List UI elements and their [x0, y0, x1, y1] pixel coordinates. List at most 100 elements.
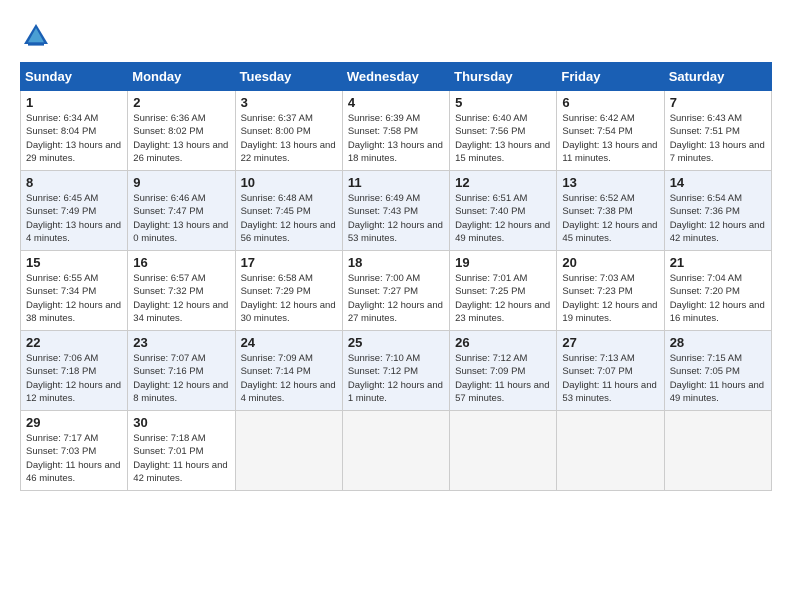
calendar-week-1: 1 Sunrise: 6:34 AM Sunset: 8:04 PM Dayli…	[21, 91, 772, 171]
day-info: Sunrise: 7:07 AM Sunset: 7:16 PM Dayligh…	[133, 352, 229, 405]
calendar-cell: 2 Sunrise: 6:36 AM Sunset: 8:02 PM Dayli…	[128, 91, 235, 171]
day-number: 22	[26, 335, 122, 350]
day-number: 28	[670, 335, 766, 350]
day-number: 27	[562, 335, 658, 350]
calendar-cell: 9 Sunrise: 6:46 AM Sunset: 7:47 PM Dayli…	[128, 171, 235, 251]
calendar-cell: 12 Sunrise: 6:51 AM Sunset: 7:40 PM Dayl…	[450, 171, 557, 251]
day-info: Sunrise: 6:57 AM Sunset: 7:32 PM Dayligh…	[133, 272, 229, 325]
day-number: 14	[670, 175, 766, 190]
day-number: 18	[348, 255, 444, 270]
calendar-cell: 8 Sunrise: 6:45 AM Sunset: 7:49 PM Dayli…	[21, 171, 128, 251]
day-number: 29	[26, 415, 122, 430]
day-number: 1	[26, 95, 122, 110]
calendar-cell: 16 Sunrise: 6:57 AM Sunset: 7:32 PM Dayl…	[128, 251, 235, 331]
day-info: Sunrise: 7:06 AM Sunset: 7:18 PM Dayligh…	[26, 352, 122, 405]
day-info: Sunrise: 6:34 AM Sunset: 8:04 PM Dayligh…	[26, 112, 122, 165]
day-info: Sunrise: 6:39 AM Sunset: 7:58 PM Dayligh…	[348, 112, 444, 165]
logo	[20, 20, 56, 52]
calendar-cell: 11 Sunrise: 6:49 AM Sunset: 7:43 PM Dayl…	[342, 171, 449, 251]
calendar-week-5: 29 Sunrise: 7:17 AM Sunset: 7:03 PM Dayl…	[21, 411, 772, 491]
calendar-cell: 26 Sunrise: 7:12 AM Sunset: 7:09 PM Dayl…	[450, 331, 557, 411]
calendar-cell: 5 Sunrise: 6:40 AM Sunset: 7:56 PM Dayli…	[450, 91, 557, 171]
header-day-monday: Monday	[128, 63, 235, 91]
calendar-table: SundayMondayTuesdayWednesdayThursdayFrid…	[20, 62, 772, 491]
header-day-saturday: Saturday	[664, 63, 771, 91]
day-number: 26	[455, 335, 551, 350]
day-info: Sunrise: 6:42 AM Sunset: 7:54 PM Dayligh…	[562, 112, 658, 165]
calendar-cell: 3 Sunrise: 6:37 AM Sunset: 8:00 PM Dayli…	[235, 91, 342, 171]
day-info: Sunrise: 7:15 AM Sunset: 7:05 PM Dayligh…	[670, 352, 766, 405]
day-info: Sunrise: 6:49 AM Sunset: 7:43 PM Dayligh…	[348, 192, 444, 245]
day-info: Sunrise: 7:13 AM Sunset: 7:07 PM Dayligh…	[562, 352, 658, 405]
calendar-week-3: 15 Sunrise: 6:55 AM Sunset: 7:34 PM Dayl…	[21, 251, 772, 331]
day-number: 4	[348, 95, 444, 110]
calendar-cell: 25 Sunrise: 7:10 AM Sunset: 7:12 PM Dayl…	[342, 331, 449, 411]
calendar-cell: 13 Sunrise: 6:52 AM Sunset: 7:38 PM Dayl…	[557, 171, 664, 251]
calendar-cell: 19 Sunrise: 7:01 AM Sunset: 7:25 PM Dayl…	[450, 251, 557, 331]
calendar-cell: 4 Sunrise: 6:39 AM Sunset: 7:58 PM Dayli…	[342, 91, 449, 171]
calendar-cell: 30 Sunrise: 7:18 AM Sunset: 7:01 PM Dayl…	[128, 411, 235, 491]
header-day-thursday: Thursday	[450, 63, 557, 91]
day-number: 13	[562, 175, 658, 190]
day-number: 25	[348, 335, 444, 350]
day-info: Sunrise: 7:18 AM Sunset: 7:01 PM Dayligh…	[133, 432, 229, 485]
header-row: SundayMondayTuesdayWednesdayThursdayFrid…	[21, 63, 772, 91]
calendar-cell: 10 Sunrise: 6:48 AM Sunset: 7:45 PM Dayl…	[235, 171, 342, 251]
day-number: 5	[455, 95, 551, 110]
calendar-cell: 28 Sunrise: 7:15 AM Sunset: 7:05 PM Dayl…	[664, 331, 771, 411]
day-info: Sunrise: 6:48 AM Sunset: 7:45 PM Dayligh…	[241, 192, 337, 245]
day-number: 3	[241, 95, 337, 110]
calendar-cell: 29 Sunrise: 7:17 AM Sunset: 7:03 PM Dayl…	[21, 411, 128, 491]
day-number: 24	[241, 335, 337, 350]
day-info: Sunrise: 7:12 AM Sunset: 7:09 PM Dayligh…	[455, 352, 551, 405]
calendar-cell	[450, 411, 557, 491]
day-info: Sunrise: 6:54 AM Sunset: 7:36 PM Dayligh…	[670, 192, 766, 245]
calendar-cell: 17 Sunrise: 6:58 AM Sunset: 7:29 PM Dayl…	[235, 251, 342, 331]
day-number: 6	[562, 95, 658, 110]
calendar-cell	[235, 411, 342, 491]
day-info: Sunrise: 6:36 AM Sunset: 8:02 PM Dayligh…	[133, 112, 229, 165]
calendar-cell: 22 Sunrise: 7:06 AM Sunset: 7:18 PM Dayl…	[21, 331, 128, 411]
day-number: 7	[670, 95, 766, 110]
day-info: Sunrise: 6:37 AM Sunset: 8:00 PM Dayligh…	[241, 112, 337, 165]
day-number: 8	[26, 175, 122, 190]
day-info: Sunrise: 7:09 AM Sunset: 7:14 PM Dayligh…	[241, 352, 337, 405]
header-day-wednesday: Wednesday	[342, 63, 449, 91]
header	[20, 20, 772, 52]
calendar-cell	[557, 411, 664, 491]
calendar-cell: 15 Sunrise: 6:55 AM Sunset: 7:34 PM Dayl…	[21, 251, 128, 331]
day-info: Sunrise: 6:51 AM Sunset: 7:40 PM Dayligh…	[455, 192, 551, 245]
day-number: 9	[133, 175, 229, 190]
calendar-cell: 6 Sunrise: 6:42 AM Sunset: 7:54 PM Dayli…	[557, 91, 664, 171]
day-number: 30	[133, 415, 229, 430]
day-number: 2	[133, 95, 229, 110]
day-info: Sunrise: 7:01 AM Sunset: 7:25 PM Dayligh…	[455, 272, 551, 325]
calendar-cell: 27 Sunrise: 7:13 AM Sunset: 7:07 PM Dayl…	[557, 331, 664, 411]
calendar-cell: 24 Sunrise: 7:09 AM Sunset: 7:14 PM Dayl…	[235, 331, 342, 411]
calendar-cell: 23 Sunrise: 7:07 AM Sunset: 7:16 PM Dayl…	[128, 331, 235, 411]
day-number: 12	[455, 175, 551, 190]
day-info: Sunrise: 6:55 AM Sunset: 7:34 PM Dayligh…	[26, 272, 122, 325]
header-day-friday: Friday	[557, 63, 664, 91]
logo-icon	[20, 20, 52, 52]
day-info: Sunrise: 7:00 AM Sunset: 7:27 PM Dayligh…	[348, 272, 444, 325]
day-info: Sunrise: 7:10 AM Sunset: 7:12 PM Dayligh…	[348, 352, 444, 405]
calendar-cell: 14 Sunrise: 6:54 AM Sunset: 7:36 PM Dayl…	[664, 171, 771, 251]
day-info: Sunrise: 7:03 AM Sunset: 7:23 PM Dayligh…	[562, 272, 658, 325]
calendar-cell	[664, 411, 771, 491]
calendar-cell: 1 Sunrise: 6:34 AM Sunset: 8:04 PM Dayli…	[21, 91, 128, 171]
calendar-cell: 21 Sunrise: 7:04 AM Sunset: 7:20 PM Dayl…	[664, 251, 771, 331]
calendar-cell: 20 Sunrise: 7:03 AM Sunset: 7:23 PM Dayl…	[557, 251, 664, 331]
day-number: 17	[241, 255, 337, 270]
day-info: Sunrise: 7:17 AM Sunset: 7:03 PM Dayligh…	[26, 432, 122, 485]
calendar-week-4: 22 Sunrise: 7:06 AM Sunset: 7:18 PM Dayl…	[21, 331, 772, 411]
day-info: Sunrise: 6:58 AM Sunset: 7:29 PM Dayligh…	[241, 272, 337, 325]
day-info: Sunrise: 6:45 AM Sunset: 7:49 PM Dayligh…	[26, 192, 122, 245]
day-info: Sunrise: 6:52 AM Sunset: 7:38 PM Dayligh…	[562, 192, 658, 245]
calendar-cell	[342, 411, 449, 491]
calendar-cell: 7 Sunrise: 6:43 AM Sunset: 7:51 PM Dayli…	[664, 91, 771, 171]
calendar-cell: 18 Sunrise: 7:00 AM Sunset: 7:27 PM Dayl…	[342, 251, 449, 331]
day-number: 23	[133, 335, 229, 350]
calendar-week-2: 8 Sunrise: 6:45 AM Sunset: 7:49 PM Dayli…	[21, 171, 772, 251]
day-number: 20	[562, 255, 658, 270]
